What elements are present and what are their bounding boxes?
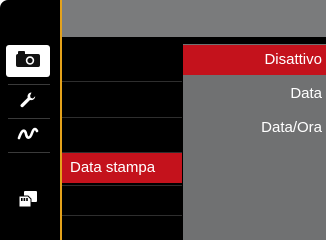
tab-camera[interactable] <box>6 45 50 77</box>
row-divider <box>62 185 182 186</box>
option-off[interactable]: Disattivo <box>183 45 326 75</box>
row-divider <box>62 117 182 118</box>
menu-item-date-stamp[interactable]: Data stampa <box>62 153 182 183</box>
option-date[interactable]: Data <box>183 79 326 109</box>
tab-separator <box>8 152 50 153</box>
camera-menu-screen: Data stampa Disattivo Data Data/Ora <box>0 0 326 240</box>
sd-card-icon <box>18 190 38 213</box>
option-date-time[interactable]: Data/Ora <box>183 113 326 143</box>
tab-separator <box>8 84 50 85</box>
tab-separator <box>8 118 50 119</box>
tab-effects[interactable] <box>6 120 50 152</box>
top-bar <box>62 0 326 37</box>
row-divider <box>62 81 182 82</box>
tab-playback[interactable] <box>6 185 50 217</box>
row-divider <box>62 215 182 216</box>
camera-icon <box>15 50 41 73</box>
tab-settings[interactable] <box>6 86 50 118</box>
wrench-icon <box>19 91 37 114</box>
squiggle-icon <box>17 127 39 146</box>
sidebar <box>0 0 60 240</box>
